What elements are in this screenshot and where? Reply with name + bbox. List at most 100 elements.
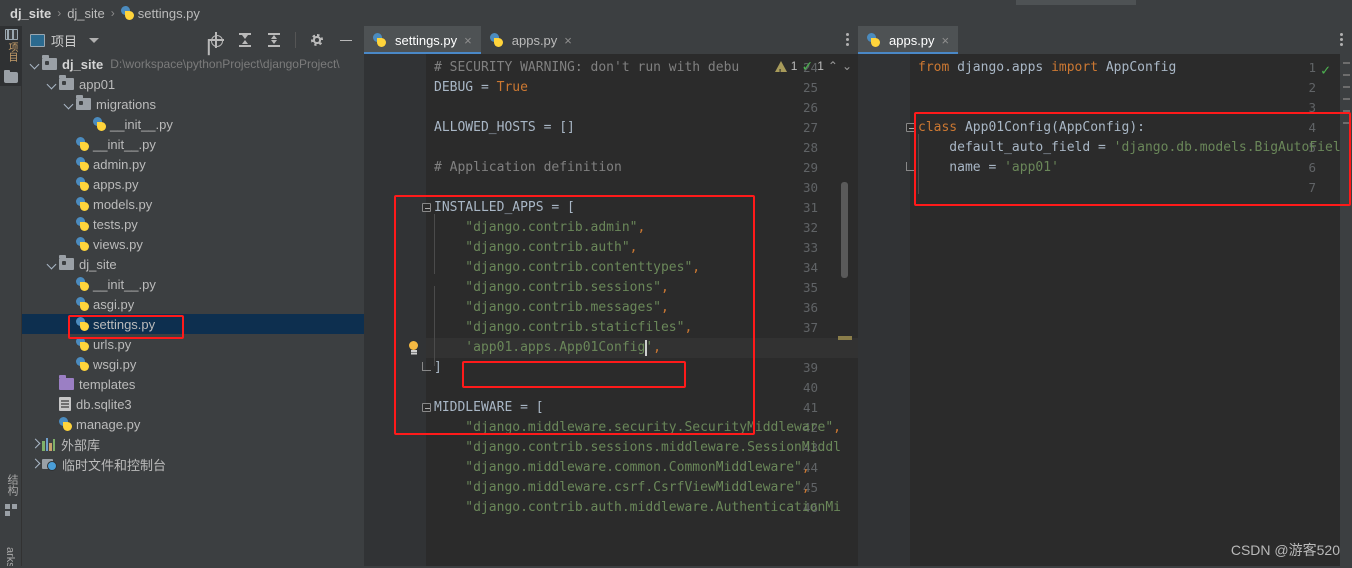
tree-item-wsgi-py[interactable]: wsgi.py [22,354,364,374]
collapse-all-icon[interactable] [266,32,282,48]
editor-tabs-menu-icon-right[interactable] [1340,32,1344,48]
tree-item-db-sqlite3[interactable]: db.sqlite3 [22,394,364,414]
code-line: MIDDLEWARE = [ [434,398,544,418]
code-token: "django.contrib.auth" [434,240,630,255]
code-token: class [918,120,965,135]
tree-item---------[interactable]: 临时文件和控制台 [22,454,364,474]
project-view-selector[interactable]: 项目 [30,31,100,50]
python-file-icon [76,277,89,291]
tree-item-label: __init__.py [93,136,156,152]
expand-all-icon[interactable] [237,32,253,48]
code-token: "django.contrib.admin" [434,220,638,235]
tree-item-__init__-py[interactable]: __init__.py [22,114,364,134]
fold-end-marker [906,162,915,171]
tree-item-label: manage.py [76,416,141,432]
project-tree: dj_site D:\workspace\pythonProject\django… [22,54,364,474]
inspection-widget[interactable]: 1 ✓ 1 ⌃ ⌄ [774,56,852,83]
code-token: , [637,220,646,235]
breadcrumb-middle[interactable]: dj_site [67,6,105,21]
code-token: , [801,460,810,475]
chevron-down-icon[interactable] [28,54,42,74]
tree-item-templates[interactable]: templates [22,374,364,394]
tree-item-label: 临时文件和控制台 [62,457,167,473]
code-token: , [684,320,693,335]
fold-end-marker [422,362,431,371]
code-editor-settings[interactable]: 2425262728293031323334353637383940414243… [364,54,858,568]
database-file-icon [59,397,71,411]
tree-item-settings-py[interactable]: settings.py [22,314,364,334]
code-line: "django.contrib.sessions", [434,278,669,298]
tree-item-label: templates [79,376,136,392]
tree-item-manage-py[interactable]: manage.py [22,414,364,434]
tab-label: apps.py [511,32,558,48]
tree-item-asgi-py[interactable]: asgi.py [22,294,364,314]
gear-icon[interactable] [309,32,325,48]
code-token: MIDDLEWARE [434,400,521,415]
tree-item-dj_site[interactable]: dj_site [22,254,364,274]
previous-problem-icon[interactable]: ⌃ [828,56,838,76]
chevron-down-icon[interactable] [62,94,76,114]
chevron-right-icon[interactable] [28,434,42,454]
python-file-icon [59,417,72,431]
breadcrumb-root[interactable]: dj_site [10,6,51,21]
project-tool-window: 项目 dj_site D:\workspace\pythonProject\dja… [22,26,364,568]
close-icon[interactable]: × [942,34,950,47]
editor-tabs-menu-icon[interactable] [846,32,850,48]
code-token: AppConfig [1105,60,1177,75]
editor-vertical-scrollbar[interactable] [841,182,848,278]
tree-item-tests-py[interactable]: tests.py [22,214,364,234]
tree-item----[interactable]: 外部库 [22,434,364,454]
code-line: "django.contrib.auth.middleware.Authenti… [434,498,841,518]
chevron-down-icon[interactable] [45,254,59,274]
close-icon[interactable]: × [564,34,572,47]
intention-bulb-icon[interactable] [408,341,419,354]
tree-item-urls-py[interactable]: urls.py [22,334,364,354]
breadcrumb-file[interactable]: settings.py [138,6,200,21]
right-editor-scroll-column[interactable] [1340,54,1352,568]
fold-collapse-icon[interactable] [422,203,431,212]
tree-item-label: migrations [96,96,156,112]
indent-guide [434,214,435,274]
tree-item-label: tests.py [93,216,138,232]
minimize-icon[interactable] [338,32,354,48]
code-line: "django.contrib.messages", [434,298,669,318]
tab-apps-py[interactable]: apps.py × [481,26,581,54]
tree-item-__init__-py[interactable]: __init__.py [22,134,364,154]
target-icon[interactable] [208,32,224,48]
tab-settings-py[interactable]: settings.py × [364,26,481,54]
project-view-icon [30,33,45,47]
tool-window-button-structure[interactable]: 结构 [4,474,20,496]
code-token: import [1051,60,1106,75]
tree-item-admin-py[interactable]: admin.py [22,154,364,174]
tree-item-__init__-py[interactable]: __init__.py [22,274,364,294]
tool-window-button-bookmarks[interactable]: arks [4,547,16,568]
scratches-consoles-icon [42,458,57,471]
folder-icon[interactable] [4,70,18,83]
next-problem-icon[interactable]: ⌄ [842,56,852,76]
fold-collapse-icon[interactable] [422,403,431,412]
chevron-right-icon[interactable] [28,454,42,474]
tree-item-views-py[interactable]: views.py [22,234,364,254]
code-token: 'app01' [1004,160,1059,175]
code-token: from [918,60,958,75]
tree-item-app01[interactable]: app01 [22,74,364,94]
code-editor-apps[interactable]: 1234567 from django.apps import AppConfi… [858,54,1352,568]
external-libraries-icon [42,437,56,451]
code-token: "django.middleware.security.SecurityMidd… [434,420,834,435]
code-token: DEBUG [434,80,481,95]
tab-apps-py[interactable]: apps.py × [858,26,959,54]
editor-marker-stripe[interactable] [838,336,852,340]
tree-item-migrations[interactable]: migrations [22,94,364,114]
tree-item-dj_site[interactable]: dj_site D:\workspace\pythonProject\django… [22,54,364,74]
python-file-icon [76,357,89,371]
chevron-down-icon[interactable] [45,74,59,94]
close-icon[interactable]: × [464,34,472,47]
fold-collapse-icon[interactable] [906,123,915,132]
code-token: = [1098,140,1114,155]
tree-item-models-py[interactable]: models.py [22,194,364,214]
tree-item-apps-py[interactable]: apps.py [22,174,364,194]
tree-item-label: asgi.py [93,296,135,312]
